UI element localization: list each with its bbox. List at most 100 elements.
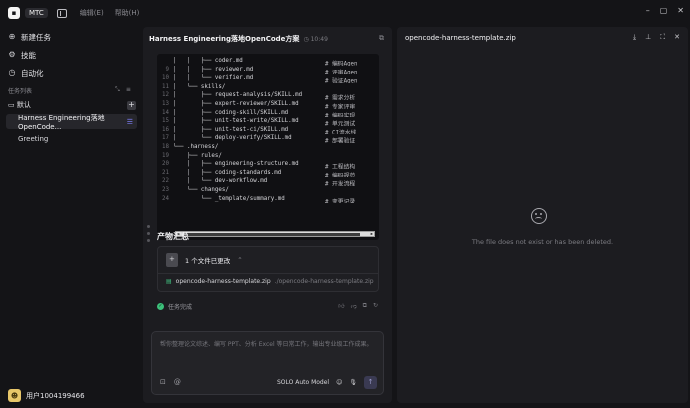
code-line: 23 └── changes/ [157, 186, 379, 195]
code-text: │ └── skills/ [173, 83, 226, 90]
collapse-icon[interactable]: ⤡ [115, 86, 120, 94]
pin-icon[interactable]: ⊥ [645, 33, 651, 42]
nav-label: 自动化 [21, 68, 44, 78]
line-number: 16 [162, 126, 169, 133]
app-name[interactable]: MTC [25, 8, 48, 18]
thumbs-down-icon[interactable]: 👎︎ [351, 302, 357, 310]
code-text: │ └── dev-workflow.md# 开发流程 [173, 178, 356, 186]
copy-icon[interactable]: ⧉ [363, 302, 367, 310]
input-tools: ⊡ @ [160, 378, 181, 386]
menu-edit[interactable]: 编辑(E) [80, 8, 104, 18]
automation-icon: ◷ [8, 68, 16, 77]
files-summary[interactable]: 1 个文件已更改 ⌃ [166, 253, 243, 267]
code-line: │ │ ├── coder.md# 编码Agen [157, 57, 379, 66]
sidebar: ▪ MTC 编辑(E) 帮助(H) ⊕ 新建任务 ⚙ 技能 ◷ 自动化 任务列表… [0, 0, 143, 408]
file-row[interactable]: ▤ opencode-harness-template.zip ./openco… [166, 278, 374, 285]
code-text: └── changes/ [173, 186, 229, 193]
code-text: │ ├── coding-standards.md# 编码规范 [173, 169, 356, 178]
thumbs-up-icon[interactable]: 👍︎ [338, 302, 344, 310]
download-icon[interactable]: ⤓ [633, 33, 636, 42]
nav-skills[interactable]: ⚙ 技能 [8, 46, 136, 64]
send-button[interactable]: ↑ [364, 376, 377, 389]
toggle-sidebar-icon[interactable] [56, 8, 67, 18]
nav-automation[interactable]: ◷ 自动化 [8, 64, 136, 82]
fullscreen-icon[interactable]: ⛶ [660, 33, 665, 42]
code-line: 13 │ ├── expert-reviewer/SKILL.md# 专家评审 [157, 100, 379, 109]
code-line: 20 │ ├── engineering-structure.md# 工程结构 [157, 160, 379, 169]
line-number: 21 [162, 169, 169, 176]
file-diff-icon [166, 253, 178, 267]
task-item-greeting[interactable]: Greeting [6, 131, 137, 146]
code-line: 9 │ │ ├── reviewer.md# 评审Agen [157, 66, 379, 75]
code-text: ├── rules/ [173, 152, 222, 159]
code-text: └── .harness/ [173, 143, 219, 150]
divider [158, 273, 378, 274]
line-number: 9 [165, 66, 170, 73]
model-selector[interactable]: SOLO Auto Model [277, 379, 329, 386]
input-right-tools: SOLO Auto Model ☺ 🎙︎ ↑ [277, 376, 377, 389]
code-block: │ │ ├── coder.md# 编码Agen 9 │ │ ├── reviewe… [157, 54, 379, 240]
maximize-icon[interactable]: ▢ [660, 6, 668, 15]
code-text: │ ├── unit-test-ci/SKILL.md# CI流水线 [173, 126, 357, 135]
code-line: 11 │ └── skills/ [157, 83, 379, 92]
task-list-icon: ☰ [126, 117, 133, 126]
new-task-icon: ⊕ [8, 32, 16, 41]
chat-header: Harness Engineering落地OpenCode方案 ◷ 10:49 [149, 34, 328, 44]
code-line: 24 └── _template/summary.md# 变更记录 [157, 195, 379, 204]
filter-icon[interactable]: ≡ [126, 86, 131, 94]
mention-icon[interactable]: @ [174, 378, 181, 386]
error-message: The file does not exist or has been dele… [471, 238, 614, 246]
code-text: │ ├── unit-test-write/SKILL.md# 单元测试 [173, 118, 356, 126]
line-number: 19 [162, 152, 169, 159]
line-number: 13 [162, 100, 169, 107]
chat-mode-icon[interactable]: ☺ [336, 379, 342, 386]
refresh-icon[interactable]: ↻ [373, 302, 378, 310]
task-label: Greeting [18, 134, 49, 143]
line-number: 11 [162, 83, 169, 90]
microphone-icon[interactable]: 🎙︎ [349, 379, 357, 386]
user-profile[interactable]: ☻ 用户1004199466 [8, 389, 85, 402]
code-text: └── _template/summary.md# 变更记录 [173, 195, 356, 204]
zip-file-icon: ▤ [166, 278, 172, 285]
avatar: ☻ [8, 389, 21, 402]
file-path: ./opencode-harness-template.zip [274, 278, 374, 285]
code-text: │ └── deploy-verify/SKILL.md# 部署验证 [173, 135, 356, 143]
preview-title: opencode-harness-template.zip [405, 34, 516, 42]
check-icon: ✓ [157, 303, 164, 310]
skills-icon: ⚙ [8, 50, 16, 59]
nav-label: 技能 [21, 50, 36, 60]
close-icon[interactable]: ✕ [677, 6, 684, 15]
chat-input[interactable]: 帮你整理论文综述、编写 PPT、分析 Excel 等日常工作，输出专业级工作成果… [151, 331, 384, 395]
nav-new-task[interactable]: ⊕ 新建任务 [8, 28, 136, 46]
code-line: 21 │ ├── coding-standards.md# 编码规范 [157, 169, 379, 178]
code-text: │ │ ├── coder.md# 编码Agen [173, 58, 358, 66]
horizontal-scrollbar[interactable]: ◀ ▶ [175, 231, 375, 237]
collapse-toggle-icon[interactable]: ⌃ [237, 256, 242, 264]
code-line: 18 └── .harness/ [157, 143, 379, 152]
attach-icon[interactable]: ⊡ [160, 378, 166, 386]
products-heading: 产物汇总 [157, 232, 189, 241]
code-line: 14 │ ├── coding-skill/SKILL.md# 编码实现 [157, 109, 379, 118]
expand-icon[interactable]: ⧉ [379, 34, 384, 43]
line-number [157, 57, 173, 66]
code-text: │ ├── engineering-structure.md# 工程结构 [173, 161, 356, 169]
line-number: 12 [162, 92, 169, 99]
input-placeholder: 帮你整理论文综述、编写 PPT、分析 Excel 等日常工作，输出专业级工作成果… [160, 341, 373, 348]
add-task-button[interactable]: + [127, 100, 136, 110]
menu-help[interactable]: 帮助(H) [115, 8, 140, 18]
line-number: 20 [162, 161, 169, 168]
task-status: ✓ 任务完成 [157, 302, 192, 311]
sad-face-icon [531, 208, 547, 224]
scroll-dots[interactable] [147, 225, 150, 242]
task-item-harness[interactable]: Harness Engineering落地OpenCode... ☰ [6, 113, 137, 131]
line-number: 18 [162, 143, 169, 150]
code-line: 12 │ ├── request-analysis/SKILL.md# 需求分析 [157, 91, 379, 100]
close-preview-icon[interactable]: ✕ [674, 33, 680, 42]
line-number: 22 [162, 178, 169, 185]
code-text: │ ├── request-analysis/SKILL.md# 需求分析 [173, 92, 356, 100]
task-group-default[interactable]: ▭ 默认 + [8, 100, 136, 110]
line-number: 15 [162, 118, 169, 125]
minimize-icon[interactable]: – [646, 6, 650, 15]
message-actions: 👍︎ 👎︎ ⧉ ↻ [338, 302, 378, 310]
task-label: Harness Engineering落地OpenCode... [18, 113, 105, 131]
